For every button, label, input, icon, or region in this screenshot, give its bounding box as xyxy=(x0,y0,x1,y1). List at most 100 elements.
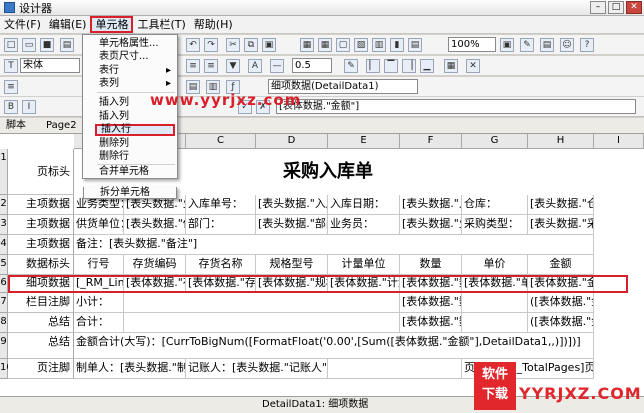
table-cell[interactable]: [表头数据."仓库"] xyxy=(528,195,594,215)
table-cell[interactable]: [表头数据."业务员"] xyxy=(400,215,462,235)
fill-color-icon[interactable]: ▼ xyxy=(226,59,240,73)
preview-icon[interactable]: ▣ xyxy=(500,38,514,52)
table-cell[interactable]: 入库日期： xyxy=(328,195,400,215)
table-cell[interactable]: 部门： xyxy=(186,215,256,235)
column-header[interactable]: D xyxy=(256,134,328,149)
table-cell[interactable]: [表头数据."部门"] xyxy=(256,215,328,235)
table-cell[interactable]: 入库单号： xyxy=(186,195,256,215)
column-header[interactable]: I xyxy=(594,134,644,149)
table-cell[interactable]: 备注：[表头数据."备注"] xyxy=(74,235,594,255)
chart-icon[interactable]: ▥ xyxy=(372,38,386,52)
table-cell[interactable]: [表头数据."采购类型"] xyxy=(528,215,594,235)
page-setup-icon[interactable]: ▤ xyxy=(540,38,554,52)
row-header[interactable]: 6 xyxy=(0,275,8,293)
menu-item-page-size[interactable]: 表页尺寸... xyxy=(83,51,177,63)
align-left-icon[interactable]: ≡ xyxy=(4,80,18,94)
menu-item-table-row[interactable]: 表行 ▸ xyxy=(83,65,177,77)
field-icon[interactable]: ▤ xyxy=(408,38,422,52)
row-header[interactable]: 8 xyxy=(0,313,8,333)
cut-icon[interactable]: ✂ xyxy=(226,38,240,52)
row-header[interactable]: 1 xyxy=(0,149,8,195)
menu-toolbar[interactable]: 工具栏(T) xyxy=(133,16,189,33)
design-icon[interactable]: ✎ xyxy=(520,38,534,52)
redo-icon[interactable]: ↷ xyxy=(204,38,218,52)
report-title[interactable]: 采购入库单 xyxy=(256,149,400,195)
open-folder-icon[interactable]: ▭ xyxy=(22,38,36,52)
menu-item-table-column[interactable]: 表列 ▸ xyxy=(83,78,177,90)
menu-item-insert-column-2[interactable]: 插入列 xyxy=(83,111,177,123)
help-icon[interactable]: ? xyxy=(580,38,594,52)
font-color-icon[interactable]: A xyxy=(248,59,262,73)
table-cell[interactable]: 存货编码 xyxy=(124,255,186,275)
column-header[interactable]: G xyxy=(462,134,528,149)
tab-page2[interactable]: Page2 xyxy=(46,119,77,133)
table-cell[interactable]: 业务员： xyxy=(328,215,400,235)
menu-edit[interactable]: 编辑(E) xyxy=(45,16,91,33)
zoom-select[interactable]: 100% xyxy=(448,37,496,52)
table-cell[interactable]: 单价 xyxy=(462,255,528,275)
undo-icon[interactable]: ↶ xyxy=(186,38,200,52)
column-header[interactable]: C xyxy=(186,134,256,149)
menu-file[interactable]: 文件(F) xyxy=(0,16,45,33)
paste-icon[interactable]: ▣ xyxy=(262,38,276,52)
row-header[interactable]: 4 xyxy=(0,235,8,255)
row-header[interactable]: 3 xyxy=(0,215,8,235)
table-cell[interactable]: [表头数据."入库单号"] xyxy=(256,195,328,215)
line-style-icon[interactable]: — xyxy=(270,59,284,73)
menu-cell[interactable]: 单元格 xyxy=(90,16,134,33)
table-cell[interactable]: 金额合计(大写)：[CurrToBigNum([FormatFloat('0.0… xyxy=(74,333,594,359)
row-header[interactable]: 5 xyxy=(0,255,8,275)
close-button[interactable]: ✕ xyxy=(626,1,642,14)
table-cell[interactable]: ([表体数据."金额"]) xyxy=(528,293,594,313)
table-cell[interactable]: 采购类型： xyxy=(462,215,528,235)
align-center-icon[interactable]: ≡ xyxy=(186,59,200,73)
menu-item-merge-cells[interactable]: 合并单元格 xyxy=(83,166,177,178)
frame-icon[interactable]: ▢ xyxy=(336,38,350,52)
pen-icon[interactable]: ✎ xyxy=(344,59,358,73)
save-icon[interactable]: ■ xyxy=(40,38,54,52)
table-cell[interactable]: 供货单位： xyxy=(74,215,124,235)
table-cell[interactable]: 记账人：[表头数据."记账人"] xyxy=(186,359,328,379)
border-bottom-icon[interactable]: ▁ xyxy=(420,59,434,73)
maximize-button[interactable]: □ xyxy=(608,1,624,14)
table-cell[interactable]: 制单人：[表头数据."制单人"] xyxy=(74,359,186,379)
row-header[interactable]: 2 xyxy=(0,195,8,215)
table-cell[interactable]: 金额 xyxy=(528,255,594,275)
table-cell[interactable]: 规格型号 xyxy=(256,255,328,275)
tab-script[interactable]: 脚本 xyxy=(6,119,26,133)
table-cell[interactable]: 数量 xyxy=(400,255,462,275)
menu-item-insert-row[interactable]: 插入行 xyxy=(95,124,175,136)
copy-icon[interactable]: ⧉ xyxy=(244,38,258,52)
new-file-icon[interactable]: □ xyxy=(4,38,18,52)
row-header[interactable]: 9 xyxy=(0,333,8,359)
table-cell[interactable] xyxy=(124,293,400,313)
print-icon[interactable]: ▤ xyxy=(60,38,74,52)
menu-item-delete-column[interactable]: 删除列 xyxy=(83,138,177,150)
row-header[interactable]: 10 xyxy=(0,359,13,379)
border-right-icon[interactable]: ▕ xyxy=(402,59,416,73)
image-icon[interactable]: ▧ xyxy=(354,38,368,52)
minimize-button[interactable]: – xyxy=(590,1,606,14)
column-header[interactable]: H xyxy=(528,134,594,149)
table-cell[interactable]: [表体数据."数量"] xyxy=(400,293,462,313)
formula-input[interactable]: [表体数据."金额"] xyxy=(276,99,636,114)
table-cell[interactable]: 合计： xyxy=(74,313,124,333)
table-cell[interactable]: 计量单位 xyxy=(328,255,400,275)
font-select[interactable]: 宋体 xyxy=(20,58,80,73)
border-left-icon[interactable]: ▏ xyxy=(366,59,380,73)
menu-item-delete-row[interactable]: 删除行 xyxy=(83,151,177,163)
border-top-icon[interactable]: ▔ xyxy=(384,59,398,73)
align-right-icon[interactable]: ≡ xyxy=(204,59,218,73)
table-cell[interactable] xyxy=(462,313,528,333)
menu-item-split-cells[interactable]: 拆分单元格 xyxy=(83,187,177,199)
table-cell[interactable] xyxy=(462,293,528,313)
table-cell[interactable]: 行号 xyxy=(74,255,124,275)
table-icon[interactable]: ▦ xyxy=(318,38,332,52)
menu-help[interactable]: 帮助(H) xyxy=(190,16,237,33)
barcode-icon[interactable]: ▮ xyxy=(390,38,404,52)
user-icon[interactable]: ☺ xyxy=(560,38,574,52)
line-width-select[interactable]: 0.5 xyxy=(292,58,332,73)
table-cell[interactable]: [表头数据."供货单位"] xyxy=(124,215,186,235)
column-header[interactable]: E xyxy=(328,134,400,149)
table-cell[interactable] xyxy=(328,359,462,379)
